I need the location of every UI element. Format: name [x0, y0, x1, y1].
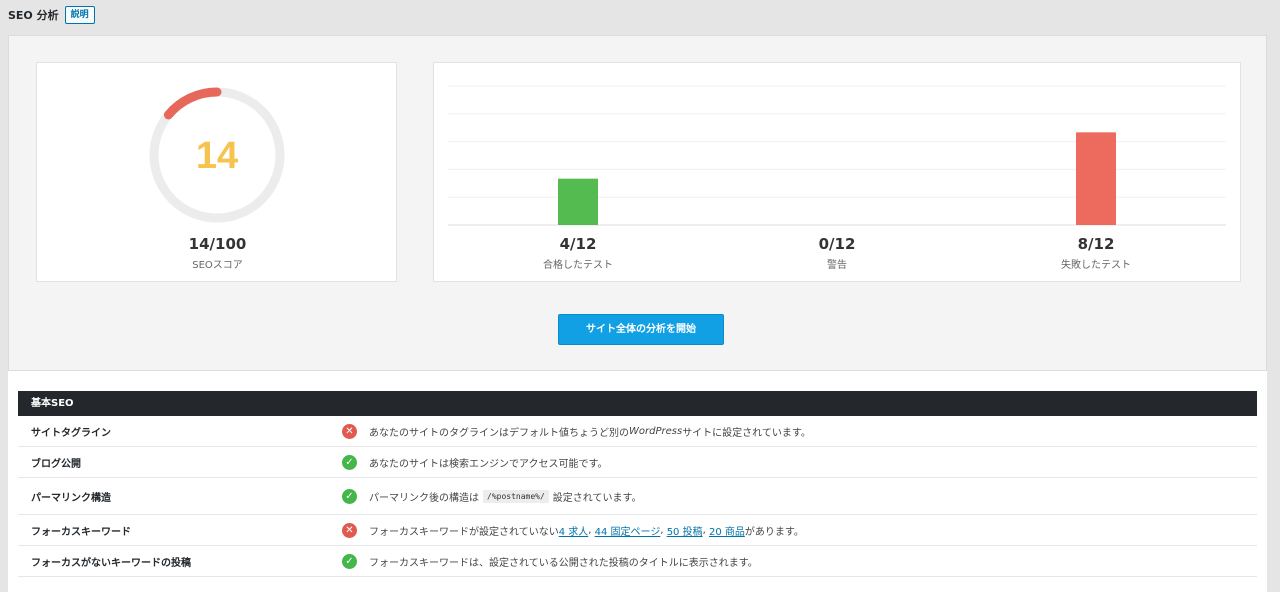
table-row-posts-without-focus: フォーカスがないキーワードの投稿 ✓ フォーカスキーワードは、設定されている公開… — [18, 546, 1257, 577]
row-text: があります。 — [744, 526, 804, 538]
row-message: パーマリンク後の構造は /%postname%/設定されています。 — [369, 489, 642, 504]
score-label: SEOスコア — [192, 260, 243, 271]
row-message: フォーカスキーワードは、設定されている公開された投稿のタイトルに表示されます。 — [369, 557, 758, 569]
passed-value: 4/12 — [559, 235, 597, 253]
score-value: 14 — [195, 135, 239, 177]
jobs-link[interactable]: 4 求人 — [559, 523, 589, 538]
start-site-analysis-button[interactable]: サイト全体の分析を開始 — [558, 314, 724, 345]
row-text: あなたのサイトのタグラインはデフォルト値ちょうど別の — [369, 427, 629, 439]
row-text: パーマリンク後の構造は — [369, 492, 479, 504]
table-row-blog-public: ブログ公開 ✓ あなたのサイトは検索エンジンでアクセス可能です。 — [18, 447, 1257, 478]
row-text-italic: WordPress — [629, 425, 683, 437]
test-results-chart: 4/12 合格したテスト 0/12 警告 8/12 失敗したテスト — [433, 62, 1241, 282]
table-row-focus-keyword: フォーカスキーワード ✕ フォーカスキーワードが設定されていない 4 求人, 4… — [18, 515, 1257, 546]
row-message: あなたのサイトのタグラインはデフォルト値ちょうど別の WordPress サイトに設… — [369, 424, 811, 439]
warning-value: 0/12 — [818, 235, 856, 253]
row-label: フォーカスがないキーワードの投稿 — [31, 557, 191, 569]
chart-bar — [1076, 132, 1116, 225]
pages-link[interactable]: 44 固定ページ — [595, 523, 661, 538]
table-row-permalink: パーマリンク構造 ✓ パーマリンク後の構造は /%postname%/設定されてい… — [18, 478, 1257, 515]
warning-label: 警告 — [827, 260, 847, 271]
row-label: サイトタグライン — [31, 427, 111, 439]
basic-seo-heading: 基本SEO — [18, 391, 1257, 416]
table-row-site-tagline: サイトタグライン ✕ あなたのサイトのタグラインはデフォルト値ちょうど別の Wor… — [18, 416, 1257, 447]
row-text: サイトに設定されています。 — [682, 427, 811, 439]
row-label: パーマリンク構造 — [31, 492, 111, 504]
row-text: フォーカスキーワードが設定されていない — [369, 526, 559, 538]
page-title: SEO 分析 — [8, 9, 59, 22]
help-button[interactable]: 説明 — [64, 6, 95, 24]
failed-label: 失敗したテスト — [1061, 260, 1131, 271]
failed-value: 8/12 — [1077, 235, 1115, 253]
check-icon: ✓ — [342, 454, 357, 470]
score-fraction: 14/100 — [188, 235, 247, 253]
row-text: 設定されています。 — [552, 492, 642, 504]
row-message: フォーカスキーワードが設定されていない 4 求人, 44 固定ページ, 50 投… — [369, 523, 804, 538]
fail-icon: ✕ — [342, 522, 357, 538]
chart-bar — [558, 178, 598, 225]
posts-link[interactable]: 50 投稿 — [667, 523, 703, 538]
score-card: 14 14/100 SEOスコア — [36, 62, 397, 282]
analysis-panel: 14 14/100 SEOスコア 4/12 合格したテスト 0/12 警告 8/… — [8, 35, 1267, 371]
check-icon: ✓ — [342, 488, 357, 504]
permalink-code: /%postname%/ — [483, 489, 549, 503]
page-header: SEO 分析 説明 — [8, 6, 95, 24]
basic-seo-table: 基本SEO サイトタグライン ✕ あなたのサイトのタグラインはデフォルト値ちょう… — [8, 371, 1267, 592]
products-link[interactable]: 20 商品 — [709, 523, 745, 538]
passed-label: 合格したテスト — [543, 260, 613, 271]
row-label: ブログ公開 — [31, 458, 81, 470]
row-message: あなたのサイトは検索エンジンでアクセス可能です。 — [369, 458, 608, 470]
row-label: フォーカスキーワード — [31, 526, 131, 538]
check-icon: ✓ — [342, 553, 357, 569]
fail-icon: ✕ — [342, 423, 357, 439]
